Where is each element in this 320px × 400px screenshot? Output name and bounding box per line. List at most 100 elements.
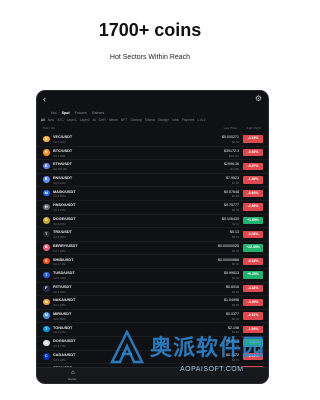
change-badge[interactable]: -6.18% <box>243 257 263 266</box>
market-row[interactable]: T TUSD/USDT Vol 5.44M $0.99813 $1.00 +0.25% <box>37 269 268 283</box>
pair-symbol: TRX/USDT <box>53 230 72 235</box>
pair-volume: Vol 5.44M <box>53 275 66 280</box>
tab-gainers[interactable]: Gainers <box>92 111 105 115</box>
coin-icon: F <box>43 285 50 292</box>
pair-volume: Vol 9.02M <box>53 289 66 294</box>
market-row[interactable]: T TRX/USDT Vol 8.91M $0.13 $0.13 -0.48% <box>37 228 268 242</box>
coin-icon: D <box>43 339 50 346</box>
pair-symbol: DOGE/USDT <box>53 216 76 221</box>
coin-icon: M <box>43 312 50 319</box>
filter-solana[interactable]: Solana <box>145 118 155 122</box>
change-badge[interactable]: -2.61% <box>243 312 263 320</box>
market-row[interactable]: E ENS/USDT Vol 3.21M $7.9523 $7.95 -1.36% <box>37 174 268 188</box>
market-row[interactable]: D DOGE/USDT Vol 41.5M $0.106430 $0.11 +1.65% <box>37 215 268 229</box>
change-badge[interactable]: -3.05% <box>243 298 263 306</box>
coin-icon: E <box>43 162 50 170</box>
pair-volume: Vol 6.50M <box>53 194 66 199</box>
market-row[interactable]: E ETH/USDT Vol 452.8M $2096.36 $2,096 -0.67% <box>37 160 268 174</box>
pair-symbol: BERRY/USDT <box>53 243 78 248</box>
coin-icon: T <box>43 325 50 333</box>
market-row[interactable]: S SHIB/USDT Vol 27.1M $0.00000866 $0.00 -6.18… <box>37 255 268 269</box>
filter-ai[interactable]: AI <box>93 118 96 122</box>
coin-icon: D <box>43 217 50 224</box>
filter-all[interactable]: All <box>41 118 45 122</box>
market-row[interactable]: M MASK/USDT Vol 6.50M $0.07648 $0.08 -6.64% <box>37 187 268 201</box>
tab-hot[interactable]: Hot <box>51 111 57 115</box>
filter-l1-l2[interactable]: L1/L2 <box>198 118 206 122</box>
filter-storage[interactable]: Storage <box>158 118 169 122</box>
filter-btc[interactable]: BTC <box>57 118 63 122</box>
filter-defi[interactable]: DeFi <box>99 118 106 122</box>
change-badge[interactable]: -0.92% <box>243 148 263 157</box>
change-badge[interactable]: -2.98% <box>243 203 263 211</box>
home-icon[interactable]: ⌂ <box>71 370 75 376</box>
tab-futures[interactable]: Futures <box>75 111 87 115</box>
col-change[interactable]: 24H Chg% <box>246 126 261 130</box>
pair-symbol: CADA/USDT <box>53 352 76 357</box>
tab-spot[interactable]: Spot <box>62 111 70 115</box>
gear-icon[interactable]: ⚙ <box>255 94 262 103</box>
filter-gaming[interactable]: Gaming <box>130 118 141 122</box>
chevron-left-icon[interactable]: ‹ <box>43 94 46 104</box>
col-price[interactable]: Last Price <box>224 126 237 130</box>
coin-icon: N <box>43 298 50 306</box>
pair-volume: Vol 2.18M <box>53 303 66 308</box>
change-badge[interactable]: -6.64% <box>243 189 263 198</box>
filter-new[interactable]: New <box>48 118 54 122</box>
coin-icon: V <box>43 135 50 143</box>
market-row[interactable]: V VEC/USDT Vol 7.12M $0.000271 $0.00 -3.19% <box>37 133 268 147</box>
pair-volume: Vol 14.6M <box>53 330 66 335</box>
coin-icon: H <box>43 203 50 211</box>
pair-symbol: DOGS/USDT <box>53 339 76 344</box>
change-badge[interactable]: +0.25% <box>243 271 263 279</box>
pair-volume: Vol 1.04M <box>53 248 66 253</box>
change-badge[interactable]: -0.48% <box>243 230 263 238</box>
watermark-text: 奥派软件园 <box>150 335 266 360</box>
filter-meme[interactable]: Meme <box>109 118 118 122</box>
change-badge[interactable]: -0.67% <box>243 162 263 170</box>
coin-icon: B <box>43 244 50 251</box>
price-fiat: $1.00 <box>232 275 239 280</box>
pair-volume: Vol 41.5M <box>53 221 66 226</box>
pair-symbol: ETH/USDT <box>53 162 72 167</box>
last-price: $2096.36 <box>224 162 239 167</box>
filter-infra[interactable]: Infra <box>172 118 178 122</box>
market-tabs: Hot Spot Futures Gainers <box>51 111 104 115</box>
price-fiat: $2,096 <box>230 167 239 172</box>
change-badge[interactable]: -1.36% <box>243 176 263 184</box>
pair-symbol: MIR/USDT <box>53 311 72 316</box>
col-pair[interactable]: Pair / Vol <box>43 126 55 130</box>
pair-volume: Vol 27.1M <box>53 262 66 267</box>
watermark-a-icon <box>110 330 144 364</box>
price-fiat: $0.11 <box>232 221 239 226</box>
market-row[interactable]: F FET/USDT Vol 9.02M $0.6016 $0.60 -4.32% <box>37 283 268 297</box>
price-fiat: $0.00 <box>232 262 239 267</box>
market-row[interactable]: H HNSO/USDT Vol 2.37M $0.75777 $0.76 -2.98% <box>37 201 268 215</box>
change-badge[interactable]: -3.19% <box>243 135 263 143</box>
last-price: $0.00000025 <box>218 243 239 248</box>
home-label[interactable]: Home <box>68 377 76 381</box>
filter-layer2[interactable]: Layer2 <box>80 118 90 122</box>
coin-icon: T <box>43 230 50 238</box>
pair-volume: Vol 3.77M <box>53 343 66 348</box>
coin-icon: M <box>43 189 50 197</box>
last-price: $0.07648 <box>224 189 239 194</box>
pair-symbol: ENS/USDT <box>53 175 73 180</box>
market-row[interactable]: N NAKA/USDT Vol 2.18M $1.04998 $1.05 -3.05% <box>37 296 268 310</box>
price-fiat: $7.95 <box>232 180 239 185</box>
price-fiat: $1.05 <box>232 303 239 308</box>
last-price: $1.04998 <box>224 298 239 303</box>
change-badge[interactable]: +1.65% <box>243 216 263 225</box>
pair-volume: Vol 0.88M <box>53 316 66 321</box>
filter-payment[interactable]: Payment <box>182 118 195 122</box>
last-price: $39172.3 <box>224 148 239 153</box>
last-price: $0.6016 <box>226 284 239 289</box>
price-fiat: $0.08 <box>232 194 239 199</box>
filter-layer1[interactable]: Layer1 <box>67 118 77 122</box>
change-badge[interactable]: -4.32% <box>243 284 263 293</box>
market-row[interactable]: M MIR/USDT Vol 0.88M $0.0377 $0.04 -2.61% <box>37 310 268 324</box>
filter-nft[interactable]: NFT <box>121 118 127 122</box>
change-badge[interactable]: +22.35% <box>243 244 263 252</box>
market-row[interactable]: B BERRY/USDT Vol 1.04M $0.00000025 $0.00 +22.… <box>37 242 268 256</box>
market-row[interactable]: B BTC/USDT Vol 1.09B $39172.3 $39,172 -0.92% <box>37 147 268 161</box>
